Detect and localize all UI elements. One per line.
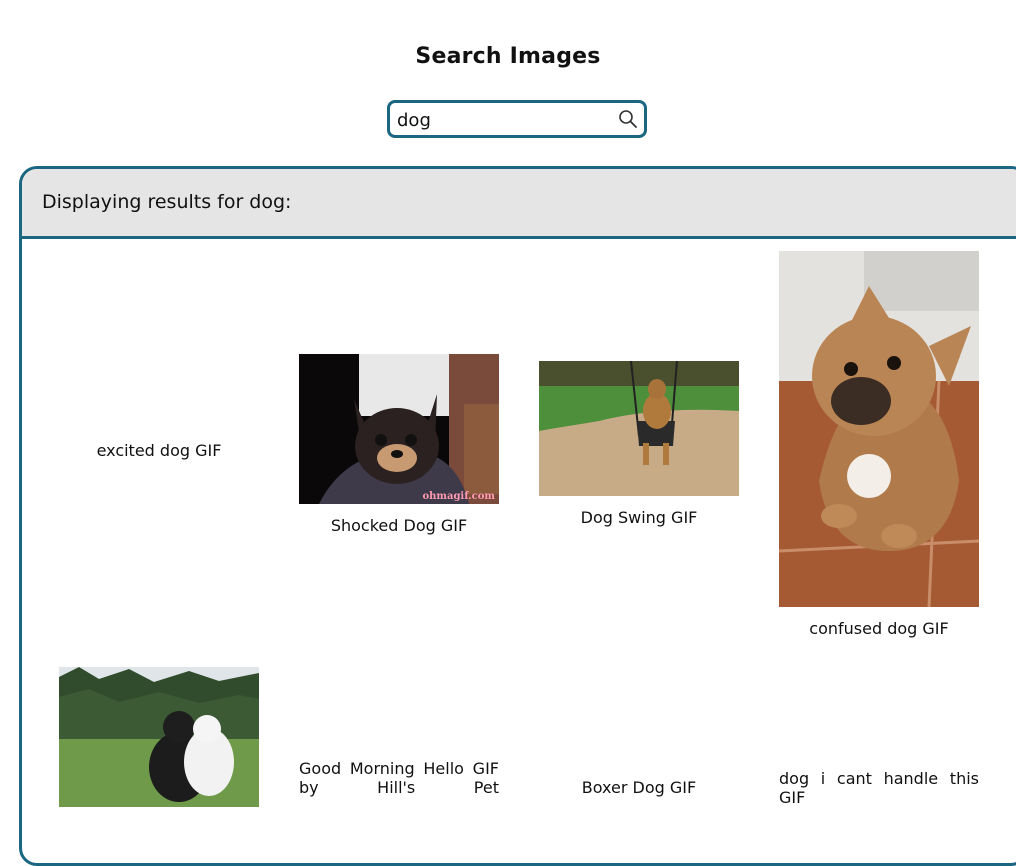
result-card[interactable]: dog i cant handle this GIF xyxy=(779,769,979,807)
result-card[interactable]: confused dog GIF xyxy=(779,251,979,638)
search-box[interactable] xyxy=(387,100,647,138)
result-card[interactable]: ohmagif.com Shocked Dog GIF xyxy=(299,354,499,535)
result-card[interactable]: Dog Swing GIF xyxy=(539,361,739,527)
search-icon[interactable] xyxy=(618,109,638,129)
result-card[interactable]: Boxer Dog GIF xyxy=(539,778,739,797)
result-caption: Shocked Dog GIF xyxy=(330,516,468,535)
result-caption: dog i cant handle this GIF xyxy=(779,769,979,807)
page-title: Search Images xyxy=(415,44,601,69)
result-image[interactable] xyxy=(539,361,739,496)
result-caption: excited dog GIF xyxy=(96,441,222,460)
result-card[interactable]: Good Morning Hello GIF by Hill's Pet xyxy=(299,759,499,797)
watermark-text: ohmagif.com xyxy=(422,491,495,502)
result-card[interactable]: excited dog GIF xyxy=(59,441,259,460)
result-caption: confused dog GIF xyxy=(809,619,949,638)
search-input[interactable] xyxy=(397,109,617,131)
results-panel: Displaying results for dog: excited dog … xyxy=(19,166,1016,866)
result-caption: Dog Swing GIF xyxy=(580,508,698,527)
results-header: Displaying results for dog: xyxy=(22,169,1016,239)
results-heading: Displaying results for dog: xyxy=(42,191,292,213)
result-image[interactable]: ohmagif.com xyxy=(299,354,499,504)
result-image[interactable] xyxy=(59,667,259,807)
result-image[interactable] xyxy=(779,251,979,607)
result-caption: Boxer Dog GIF xyxy=(581,778,697,797)
result-card[interactable] xyxy=(59,667,259,807)
result-caption: Good Morning Hello GIF by Hill's Pet xyxy=(299,759,499,797)
